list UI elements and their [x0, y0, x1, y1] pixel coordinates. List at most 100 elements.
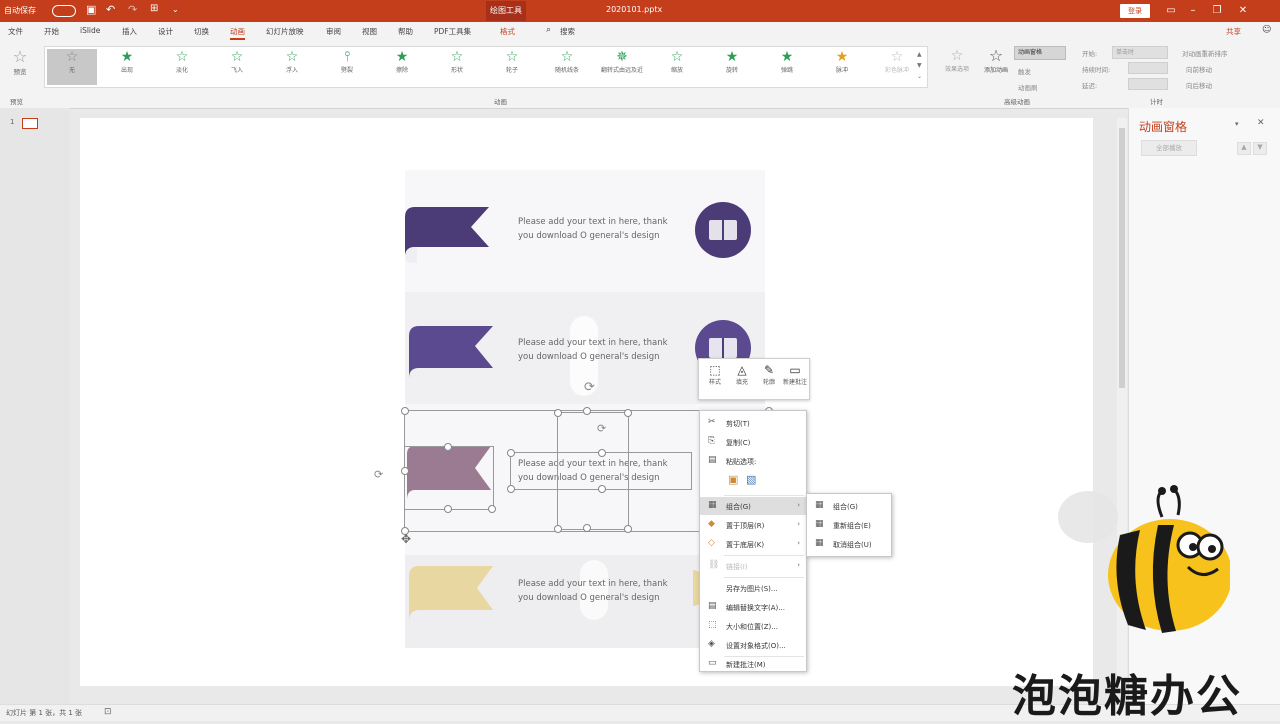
menu-item-copy[interactable]: ⎘ 复制(C)	[700, 433, 806, 451]
shape-selection-box[interactable]	[404, 446, 494, 510]
menu-item-format-object[interactable]: ◈ 设置对象格式(O)...	[700, 636, 806, 654]
number-selection-box[interactable]	[557, 412, 629, 530]
ribbon-shape-1[interactable]	[403, 205, 493, 267]
redo-icon[interactable]: ↷	[128, 3, 137, 16]
effect-shape[interactable]: ☆ 形状	[437, 49, 477, 85]
move-earlier-button[interactable]: 向前移动	[1186, 64, 1212, 74]
autosave-toggle[interactable]	[52, 5, 76, 17]
resize-handle[interactable]	[554, 525, 562, 533]
row-2-text[interactable]: Please add your text in here, thank you d…	[518, 336, 668, 364]
effect-pulse[interactable]: ★ 脉冲	[822, 49, 862, 85]
menu-item-save-as-picture[interactable]: 另存为图片(S)...	[700, 579, 806, 597]
ribbon-shape-2[interactable]	[407, 324, 497, 388]
search-label[interactable]: 搜索	[560, 26, 575, 37]
effect-random-bars[interactable]: ☆ 随机线条	[547, 49, 587, 85]
menu-item-size-position[interactable]: ⬚ 大小和位置(Z)...	[700, 617, 806, 635]
menu-item-cut[interactable]: ✂ 剪切(T)	[700, 414, 806, 432]
submenu-item-group[interactable]: ▦ 组合(G)	[807, 497, 891, 515]
tab-file[interactable]: 文件	[8, 26, 23, 37]
tab-format[interactable]: 格式	[500, 26, 515, 37]
paste-keep-format-icon[interactable]: ▣	[728, 473, 738, 486]
resize-handle[interactable]	[624, 409, 632, 417]
menu-item-bring-to-front[interactable]: ◆ 置于顶层(R) ›	[700, 516, 806, 534]
menu-item-new-comment[interactable]: ▭ 新建批注(M)	[700, 655, 806, 673]
resize-handle[interactable]	[583, 524, 591, 532]
effect-float-in[interactable]: ☆ 浮入	[272, 49, 312, 85]
duration-input[interactable]	[1128, 62, 1168, 74]
resize-handle[interactable]	[554, 409, 562, 417]
menu-item-send-to-back[interactable]: ◇ 置于底层(K) ›	[700, 535, 806, 553]
slide-thumbnail[interactable]	[22, 118, 38, 129]
tab-islide[interactable]: iSlide	[80, 26, 100, 35]
tab-insert[interactable]: 插入	[122, 26, 137, 37]
search-icon[interactable]: ⌕	[546, 25, 551, 35]
new-comment-button[interactable]: ▭ 新建批注	[783, 363, 807, 386]
resize-handle[interactable]	[401, 407, 409, 415]
fill-button[interactable]: ◬ 填充	[730, 363, 754, 386]
tab-home[interactable]: 开始	[44, 26, 59, 37]
close-icon[interactable]: ✕	[1234, 3, 1252, 19]
trigger-button[interactable]: 触发	[1018, 66, 1031, 76]
add-animation-button[interactable]: ☆ 添加动画	[978, 46, 1014, 74]
effect-grow-turn[interactable]: ✵ 翻转式由远及近	[597, 49, 647, 85]
resize-handle[interactable]	[624, 525, 632, 533]
present-icon[interactable]: ⊞	[150, 3, 158, 14]
resize-handle[interactable]	[401, 467, 409, 475]
row-4-text[interactable]: Please add your text in here, thank you d…	[518, 577, 668, 605]
tab-transitions[interactable]: 切换	[194, 26, 209, 37]
effect-fade[interactable]: ☆ 淡化	[162, 49, 202, 85]
submenu-item-regroup[interactable]: ▦ 重新组合(E)	[807, 516, 891, 534]
tab-animations[interactable]: 动画	[230, 26, 245, 40]
ribbon-display-icon[interactable]: ▭	[1162, 3, 1180, 19]
submenu-item-ungroup[interactable]: ▦ 取消组合(U)	[807, 535, 891, 553]
menu-item-edit-alt-text[interactable]: ▤ 编辑替换文字(A)...	[700, 598, 806, 616]
restore-icon[interactable]: ❐	[1208, 3, 1226, 19]
resize-handle[interactable]	[598, 485, 606, 493]
effect-split[interactable]: ⫯ 劈裂	[327, 49, 367, 85]
tab-help[interactable]: 帮助	[398, 26, 413, 37]
rotate-handle-icon[interactable]: ⟳	[597, 422, 606, 435]
effect-none[interactable]: ☆ 无	[47, 49, 97, 85]
minimize-icon[interactable]: –	[1184, 3, 1202, 19]
effect-swivel[interactable]: ★ 旋转	[712, 49, 752, 85]
resize-handle[interactable]	[507, 449, 515, 457]
undo-icon[interactable]: ↶	[106, 3, 115, 16]
rotate-handle-icon[interactable]: ⟳	[374, 468, 383, 481]
effect-appear[interactable]: ★ 出现	[107, 49, 147, 85]
rotate-handle-icon[interactable]: ⟳	[584, 380, 595, 395]
tab-view[interactable]: 视图	[362, 26, 377, 37]
effect-zoom[interactable]: ☆ 缩放	[657, 49, 697, 85]
pane-close-icon[interactable]: ✕	[1257, 118, 1265, 128]
gallery-scroll[interactable]: ▲ ▼ ⌄	[917, 49, 922, 82]
style-button[interactable]: ⬚ 样式	[703, 363, 727, 386]
comments-icon[interactable]: ☺	[1262, 25, 1271, 35]
preview-button[interactable]: ☆ 预览	[8, 48, 32, 77]
resize-handle[interactable]	[444, 443, 452, 451]
customize-qat-icon[interactable]: ⌄	[172, 5, 179, 14]
resize-handle[interactable]	[507, 485, 515, 493]
pane-options-icon[interactable]: ▾	[1235, 120, 1239, 128]
tab-pdf-tools[interactable]: PDF工具集	[434, 26, 471, 37]
delay-input[interactable]	[1128, 78, 1168, 90]
tab-design[interactable]: 设计	[158, 26, 173, 37]
play-all-button[interactable]: 全部播放	[1141, 140, 1197, 156]
row-1-text[interactable]: Please add your text in here, thank you d…	[518, 215, 668, 243]
effect-bounce[interactable]: ★ 弹跳	[767, 49, 807, 85]
paste-picture-icon[interactable]: ▧	[746, 473, 756, 486]
share-button[interactable]: 共享	[1226, 26, 1241, 37]
tab-review[interactable]: 审阅	[326, 26, 341, 37]
start-select[interactable]: 单击时	[1112, 46, 1168, 59]
animation-painter-button[interactable]: 动画刷	[1018, 82, 1038, 92]
outline-button[interactable]: ✎ 轮廓	[757, 363, 781, 386]
tab-slideshow[interactable]: 幻灯片放映	[266, 26, 304, 37]
login-button[interactable]: 登录	[1120, 4, 1150, 18]
resize-handle[interactable]	[444, 505, 452, 513]
ribbon-shape-4[interactable]	[407, 564, 497, 630]
resize-handle[interactable]	[598, 449, 606, 457]
effect-wheel[interactable]: ☆ 轮子	[492, 49, 532, 85]
effect-options-button[interactable]: ☆ 效果选项	[940, 48, 974, 73]
menu-item-group[interactable]: ▦ 组合(G) ›	[700, 497, 806, 515]
effect-wipe[interactable]: ★ 擦除	[382, 49, 422, 85]
resize-handle[interactable]	[488, 505, 496, 513]
move-up-icon[interactable]: ▲	[1237, 142, 1251, 155]
